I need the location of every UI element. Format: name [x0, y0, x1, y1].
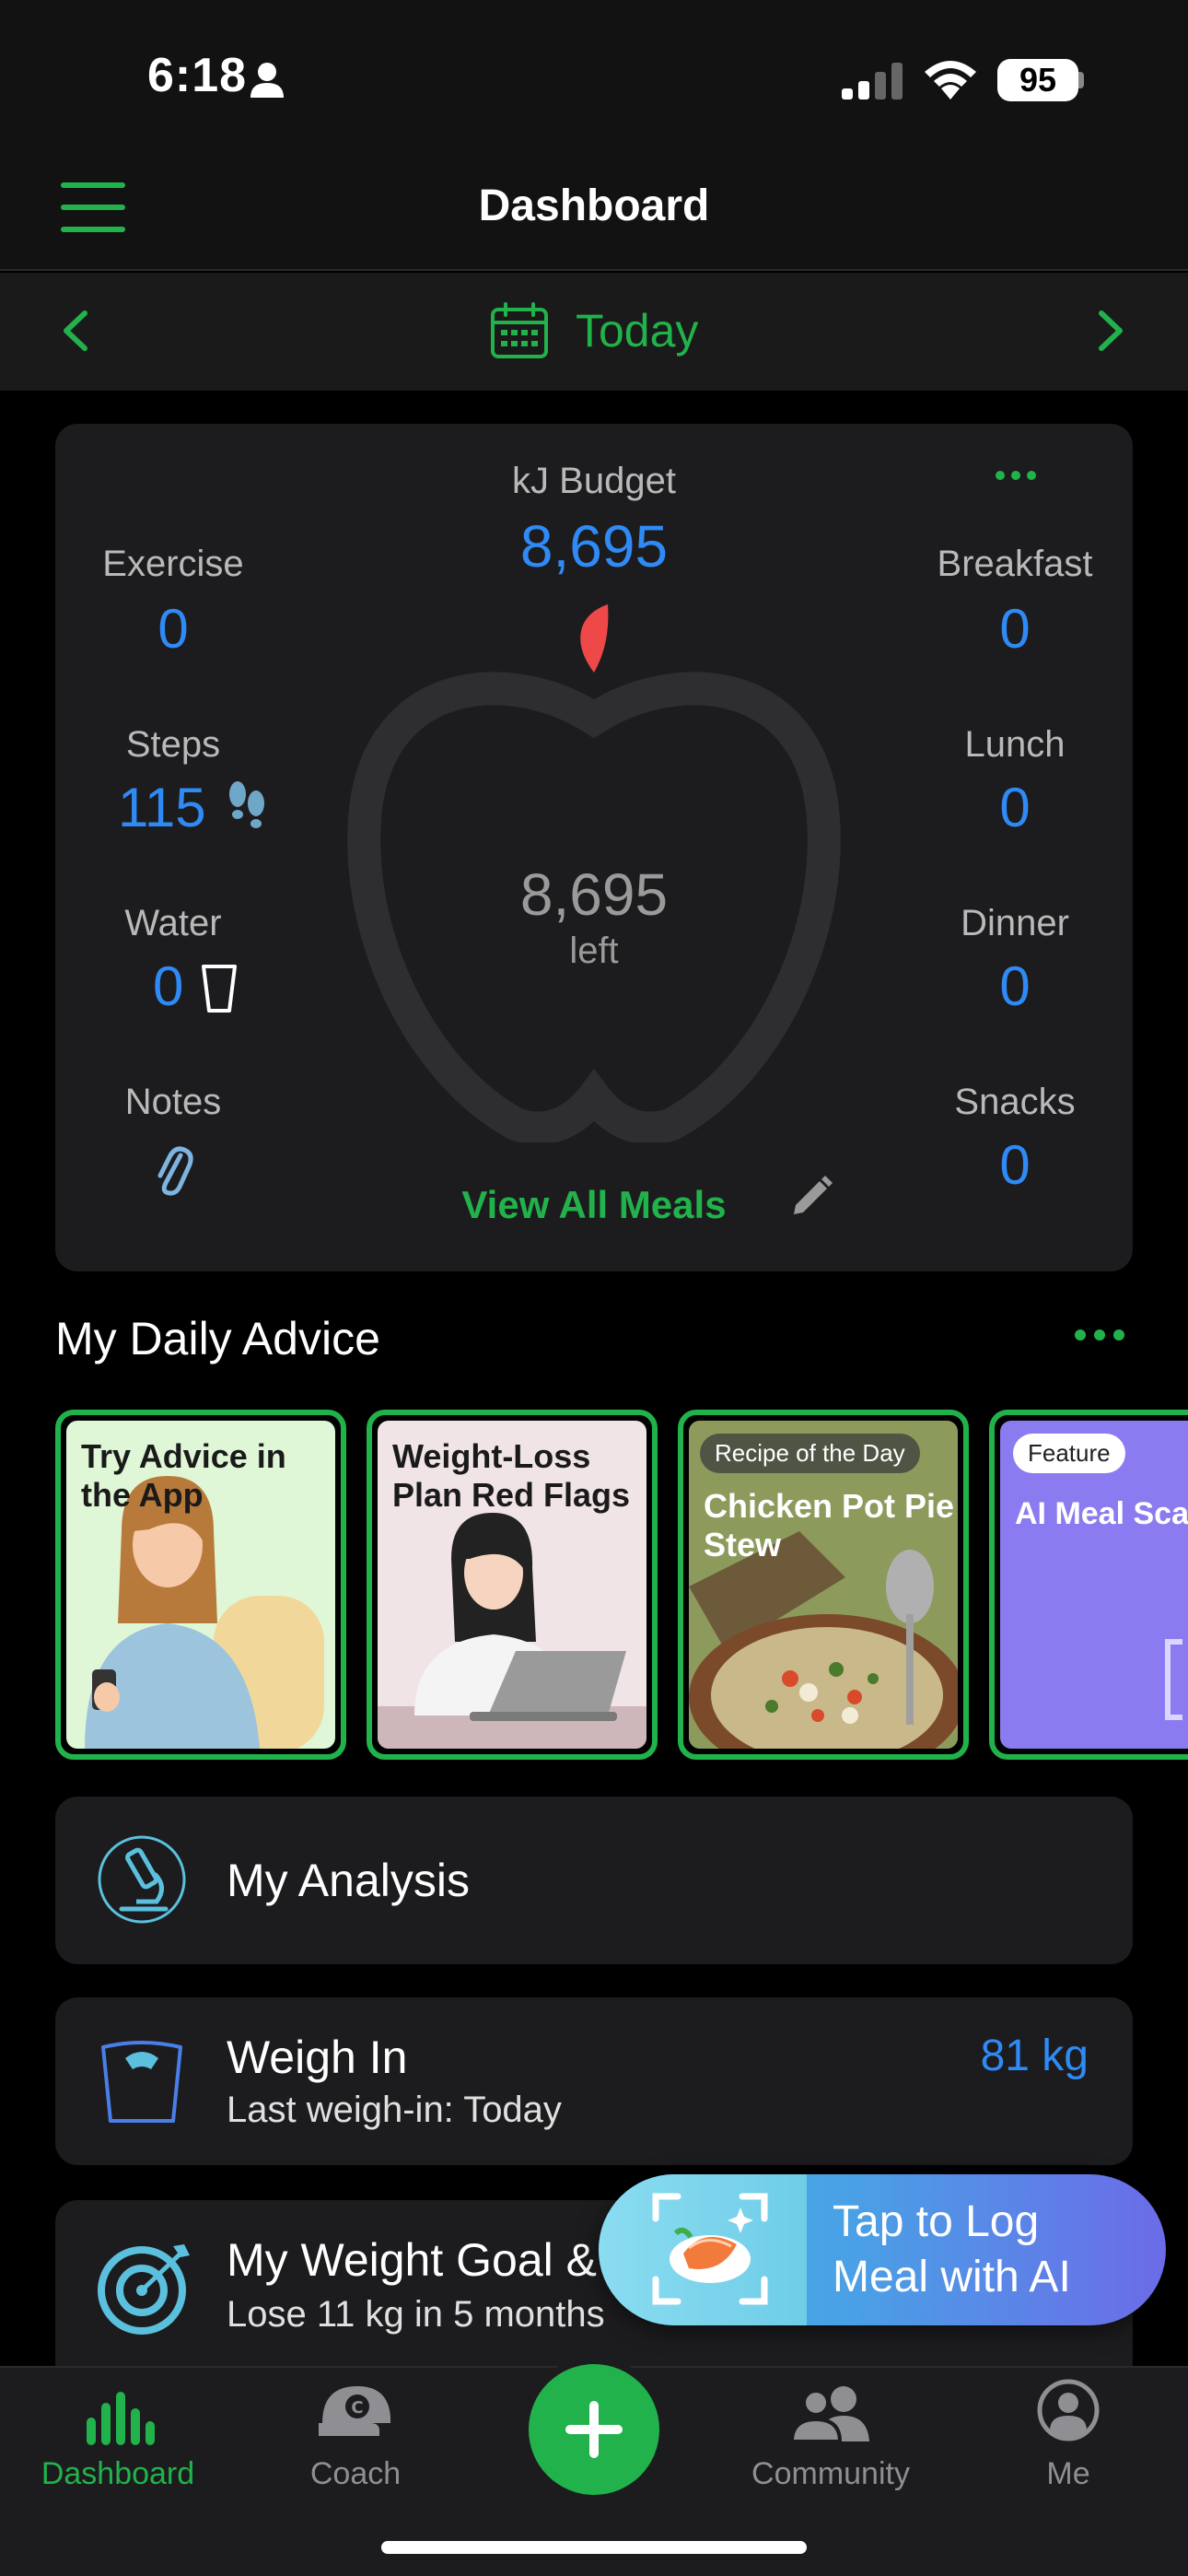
microscope-icon	[98, 1835, 186, 1924]
coach-icon[interactable]: C	[315, 2381, 398, 2449]
steps-label: Steps	[125, 724, 221, 765]
weigh-in-value: 81 kg	[980, 2032, 1089, 2080]
dashboard-icon[interactable]	[85, 2390, 155, 2447]
glass-icon[interactable]	[201, 964, 238, 1013]
exercise-value[interactable]: 0	[55, 597, 291, 661]
recipe-badge: Recipe of the Day	[700, 1434, 920, 1473]
home-indicator	[381, 2541, 807, 2554]
profile-icon[interactable]	[1037, 2379, 1100, 2441]
more-icon[interactable]	[1074, 1329, 1125, 1341]
advice-card-title: Chicken Pot Pie Stew	[704, 1487, 955, 1563]
exercise-label: Exercise	[102, 544, 244, 584]
ai-log-line1: Tap to Log	[833, 2197, 1040, 2246]
footsteps-icon	[229, 781, 264, 828]
advice-card[interactable]: Weight-Loss Plan Red Flags	[367, 1410, 658, 1760]
steps-value[interactable]: 115	[118, 776, 228, 839]
advice-card-title: Try Advice in the App	[81, 1437, 286, 1514]
community-icon[interactable]	[790, 2383, 871, 2443]
weigh-in-title: Weigh In	[227, 2032, 408, 2083]
advice-card-title: Weight-Loss Plan Red Flags	[392, 1437, 631, 1514]
weight-goal-title: My Weight Goal &	[227, 2234, 598, 2286]
remaining-value: 8,695	[519, 861, 669, 928]
advice-card[interactable]: Try Advice in the App	[55, 1410, 346, 1760]
scale-icon	[101, 2041, 182, 2123]
water-value[interactable]: 0	[153, 954, 199, 1018]
tab-me[interactable]: Me	[967, 2456, 1170, 2492]
view-all-meals-link[interactable]: View All Meals	[410, 1183, 778, 1227]
daily-advice-title: My Daily Advice	[55, 1313, 380, 1364]
target-icon	[98, 2244, 190, 2335]
plus-icon	[565, 2401, 623, 2458]
advice-card[interactable]: Recipe of the Day Chicken Pot Pie Stew	[678, 1410, 969, 1760]
my-analysis-title: My Analysis	[227, 1855, 470, 1906]
battery-tip	[1078, 72, 1084, 88]
calendar-icon[interactable]	[490, 302, 549, 359]
breakfast-label: Breakfast	[937, 544, 1093, 584]
advice-card[interactable]: Feature AI Meal Sca	[989, 1410, 1188, 1760]
notes-label: Notes	[124, 1082, 222, 1122]
person-icon	[250, 63, 284, 98]
weight-goal-subtitle: Lose 11 kg in 5 months	[227, 2294, 605, 2335]
more-icon[interactable]	[995, 470, 1037, 481]
chevron-left-icon[interactable]	[61, 310, 88, 352]
status-time: 6:18	[147, 49, 248, 102]
signal-icon	[842, 63, 903, 100]
scan-frame-icon	[1165, 1639, 1182, 1720]
paperclip-icon[interactable]	[153, 1142, 193, 1196]
date-label[interactable]: Today	[576, 304, 698, 357]
feature-badge: Feature	[1013, 1434, 1125, 1473]
budget-value: 8,695	[519, 513, 669, 580]
battery-icon: 95	[997, 59, 1078, 101]
chevron-right-icon[interactable]	[1098, 310, 1125, 352]
advice-card-title: AI Meal Sca	[1015, 1496, 1188, 1531]
page-title: Dashboard	[478, 181, 710, 230]
weigh-in-subtitle: Last weigh-in: Today	[227, 2090, 562, 2130]
snacks-value[interactable]: 0	[899, 1133, 1131, 1197]
svg-text:C: C	[351, 2398, 363, 2418]
wifi-icon	[925, 61, 976, 100]
ai-log-line2: Meal with AI	[833, 2253, 1071, 2301]
budget-title: kJ Budget	[512, 461, 676, 501]
ai-scan-icon	[652, 2193, 768, 2305]
pencil-icon[interactable]	[788, 1174, 834, 1220]
lunch-label: Lunch	[964, 724, 1066, 765]
remaining-label: left	[569, 931, 619, 971]
tab-dashboard[interactable]: Dashboard	[17, 2456, 219, 2492]
my-analysis-row[interactable]	[55, 1797, 1133, 1964]
breakfast-value[interactable]: 0	[899, 597, 1131, 661]
tab-coach[interactable]: Coach	[254, 2456, 457, 2492]
water-label: Water	[124, 903, 222, 943]
lunch-value[interactable]: 0	[899, 776, 1131, 839]
weigh-in-row[interactable]	[55, 1997, 1133, 2165]
snacks-label: Snacks	[954, 1082, 1076, 1122]
dinner-label: Dinner	[961, 903, 1069, 943]
dinner-value[interactable]: 0	[899, 954, 1131, 1018]
tab-community[interactable]: Community	[729, 2456, 932, 2492]
